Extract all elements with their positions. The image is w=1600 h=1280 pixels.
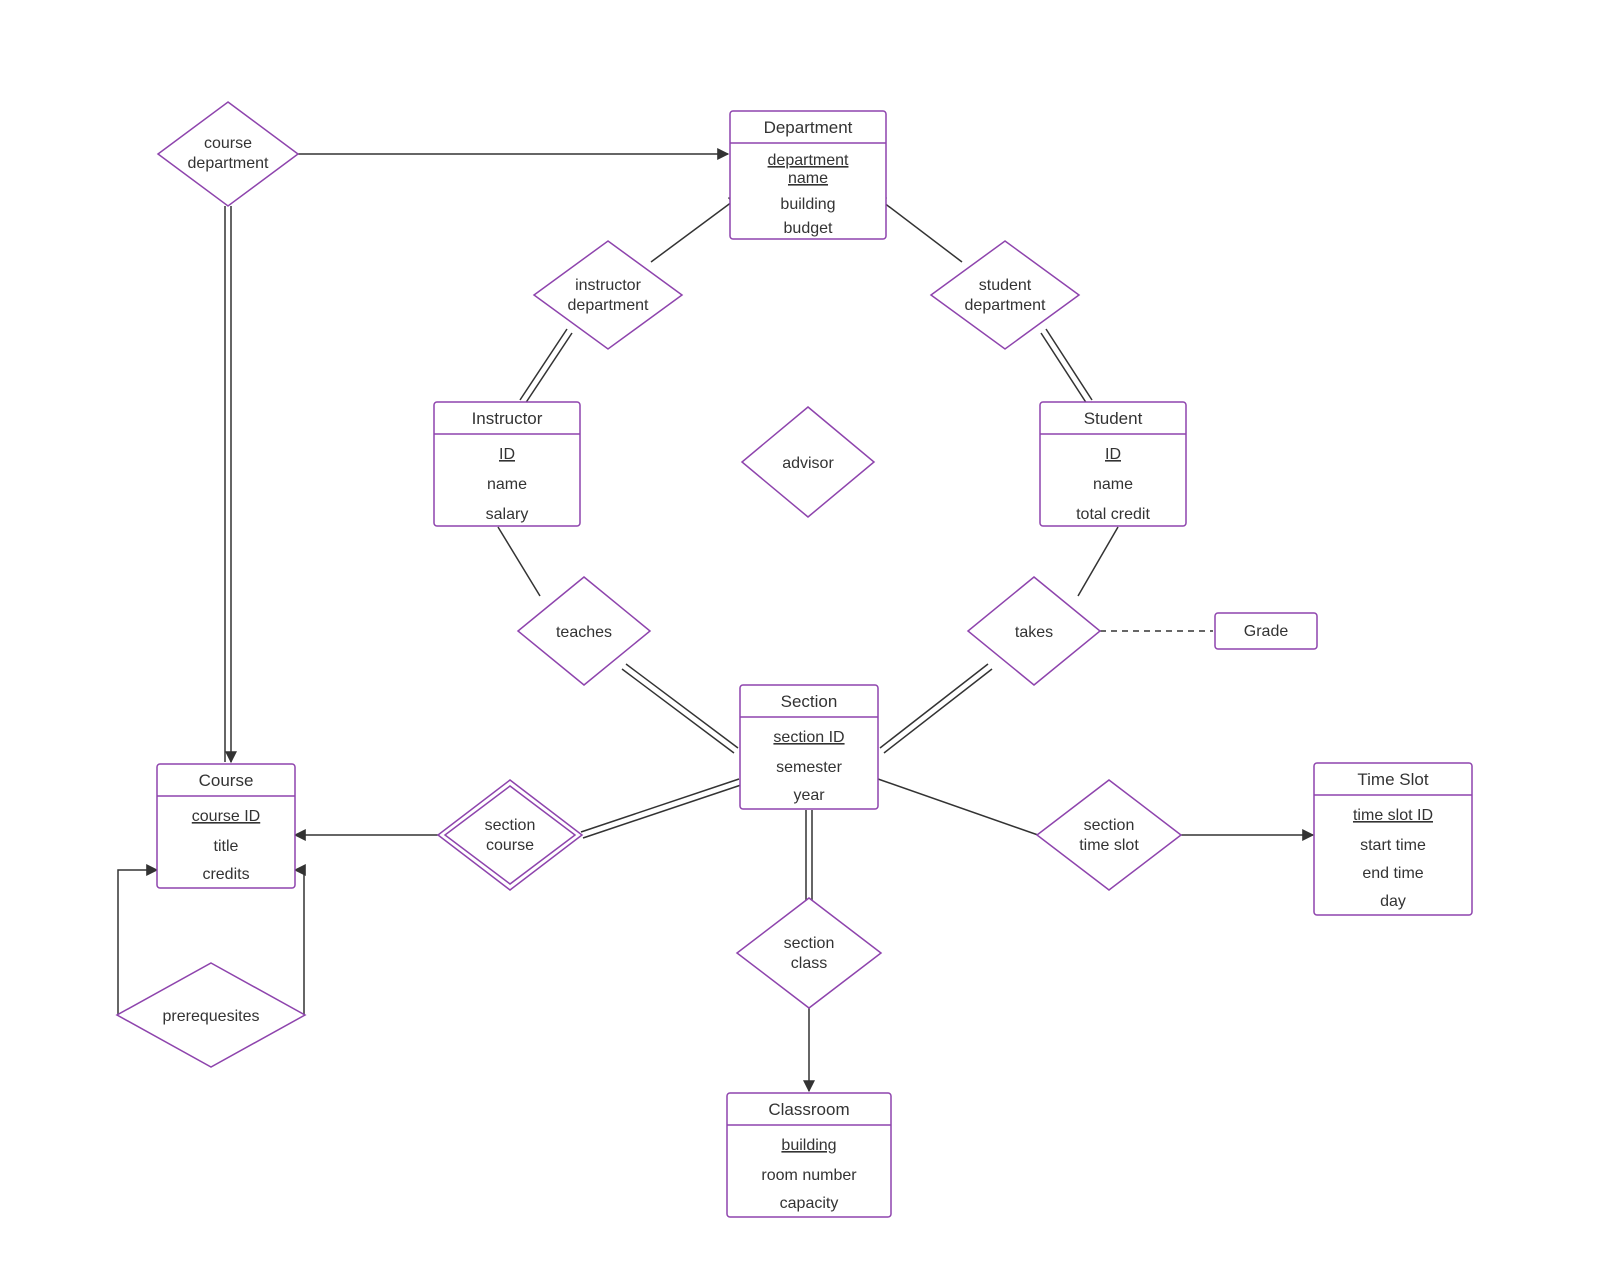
svg-text:capacity: capacity [780,1195,839,1212]
svg-text:Department: Department [764,118,853,137]
rel-course-department: course department [158,102,298,206]
edge-sectioncourse-to-section-b [583,785,741,838]
svg-text:time slot: time slot [1079,837,1139,854]
svg-text:section ID: section ID [773,729,844,746]
svg-text:section: section [784,935,835,952]
svg-text:teaches: teaches [556,624,612,641]
svg-text:end time: end time [1362,865,1423,882]
svg-text:room number: room number [761,1167,857,1184]
rel-section-course: section course [438,780,582,890]
svg-text:Student: Student [1084,409,1143,428]
svg-text:prerequesites: prerequesites [163,1008,260,1025]
edge-instdept-to-instructor-b [525,333,572,404]
edge-teaches-to-instructor [498,527,540,596]
entity-student: Student ID name total credit [1040,402,1186,526]
edge-instdept-to-department [651,196,740,262]
svg-text:ID: ID [1105,446,1121,463]
rel-instructor-department: instructor department [534,241,682,349]
svg-text:name: name [487,476,527,493]
rel-section-class: section class [737,898,881,1008]
svg-text:Section: Section [781,692,838,711]
svg-text:start time: start time [1360,837,1426,854]
edge-prereq-to-course-right [282,870,304,1015]
svg-text:class: class [791,955,827,972]
svg-text:department: department [188,155,269,172]
edge-prereq-to-course-left [118,870,157,1015]
svg-text:title: title [214,838,239,855]
edge-sectiontime-to-section [878,779,1038,835]
entity-timeslot: Time Slot time slot ID start time end ti… [1314,763,1472,915]
svg-text:advisor: advisor [782,455,834,472]
edge-takes-to-student [1078,527,1118,596]
entity-department: Department department name building budg… [730,111,886,239]
svg-text:time slot ID: time slot ID [1353,807,1433,824]
svg-text:budget: budget [784,220,833,237]
svg-text:year: year [793,787,825,804]
entity-grade: Grade [1215,613,1317,649]
edge-studdept-to-student-b [1041,333,1087,404]
svg-text:section: section [485,817,536,834]
svg-text:credits: credits [202,866,249,883]
svg-text:course: course [204,135,252,152]
svg-text:Time Slot: Time Slot [1357,770,1428,789]
entity-classroom: Classroom building room number capacity [727,1093,891,1217]
rel-prerequisites: prerequesites [117,963,305,1067]
svg-text:Classroom: Classroom [768,1100,849,1119]
svg-text:course ID: course ID [192,808,260,825]
rel-advisor: advisor [742,407,874,517]
svg-text:student: student [979,277,1032,294]
svg-text:semester: semester [776,759,842,776]
svg-text:day: day [1380,893,1406,910]
attr-department-key: department [768,152,849,169]
svg-text:name: name [788,170,828,187]
rel-section-timeslot: section time slot [1037,780,1181,890]
edge-teaches-to-section-b [622,669,734,753]
svg-text:takes: takes [1015,624,1053,641]
svg-text:total credit: total credit [1076,506,1150,523]
svg-text:name: name [1093,476,1133,493]
svg-text:department: department [568,297,649,314]
svg-text:instructor: instructor [575,277,641,294]
edge-teaches-to-section-a [626,664,738,748]
svg-text:Course: Course [199,771,254,790]
edge-sectioncourse-to-section-a [581,779,739,832]
entity-section: Section section ID semester year [740,685,878,809]
svg-text:course: course [486,837,534,854]
svg-text:salary: salary [486,506,529,523]
svg-text:ID: ID [499,446,515,463]
edge-takes-to-section-b [884,669,992,753]
edge-studdept-to-department [875,196,962,262]
svg-text:Instructor: Instructor [472,409,543,428]
edge-instdept-to-instructor-a [520,329,567,400]
svg-text:building: building [780,196,835,213]
rel-student-department: student department [931,241,1079,349]
edge-takes-to-section-a [880,664,988,748]
edge-studdept-to-student-a [1046,329,1092,400]
svg-text:building: building [781,1137,836,1154]
svg-text:section: section [1084,817,1135,834]
entity-instructor: Instructor ID name salary [434,402,580,526]
svg-text:Grade: Grade [1244,623,1289,640]
entity-course: Course course ID title credits [157,764,295,888]
svg-text:department: department [965,297,1046,314]
